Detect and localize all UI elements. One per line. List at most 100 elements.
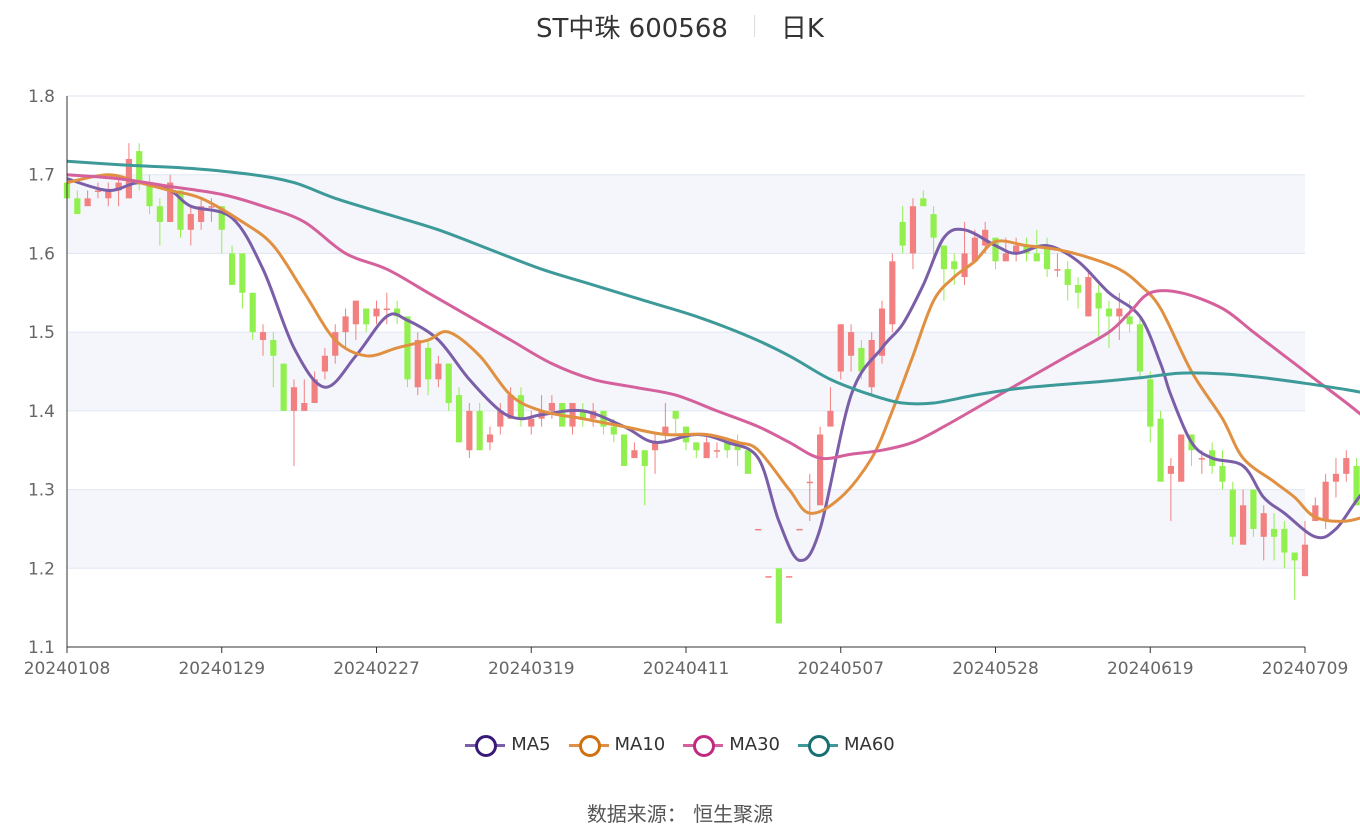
candle-body	[817, 434, 824, 506]
candle-body	[259, 332, 267, 341]
candle	[1219, 450, 1226, 490]
candle-body	[827, 410, 834, 427]
candle-body	[445, 363, 452, 403]
candle-body	[786, 576, 793, 578]
legend-swatch-ma5	[465, 734, 506, 757]
candle-body	[74, 198, 81, 215]
candle-body	[373, 308, 380, 317]
candle-body	[187, 214, 194, 230]
candle-body	[847, 332, 855, 356]
candle-body	[1219, 465, 1226, 482]
candle	[837, 324, 844, 380]
candle	[394, 300, 401, 325]
legend-item-ma60[interactable]: MA60	[798, 734, 895, 757]
candle-body	[424, 347, 432, 380]
candle	[1291, 552, 1298, 600]
candle-body	[765, 576, 772, 578]
legend-item-ma5[interactable]: MA5	[465, 734, 551, 757]
candle-body	[940, 245, 948, 270]
candle-body	[951, 261, 958, 270]
candle-body	[94, 190, 102, 192]
x-tick-label: 20240227	[333, 659, 420, 679]
candle-body	[703, 442, 710, 459]
candle	[404, 316, 411, 388]
candle	[651, 434, 659, 474]
candle	[125, 143, 132, 199]
candle	[1074, 277, 1082, 309]
candle	[713, 442, 721, 459]
candle	[682, 426, 690, 451]
y-tick-label: 1.2	[28, 559, 55, 579]
x-tick-label: 20240709	[1262, 659, 1349, 679]
x-axis-ticks: 20240108 20240129 20240227 20240319 20240411…	[24, 647, 1349, 679]
candle	[796, 528, 803, 531]
legend-swatch-ma60	[798, 734, 839, 757]
candle-body	[455, 395, 463, 443]
candle-body	[1270, 528, 1278, 537]
candle-body	[249, 292, 256, 333]
candle	[486, 426, 494, 451]
x-tick-label: 20240108	[24, 659, 111, 679]
candle-body	[1301, 544, 1309, 577]
candle-body	[889, 261, 896, 325]
candle-body	[672, 410, 679, 419]
candle-body	[404, 316, 411, 380]
candle	[1064, 261, 1071, 301]
candle-body	[476, 410, 483, 451]
candle-body	[713, 450, 721, 452]
candle-body	[1229, 489, 1236, 537]
candle-body	[290, 387, 298, 411]
candle	[528, 410, 535, 435]
kline-chart: 1.1 1.2 1.3 1.4 1.5 1.6 1.7 1.8 20240108 2024012…	[24, 87, 1360, 679]
candle-body	[1178, 434, 1185, 482]
x-tick-label: 20240619	[1107, 659, 1194, 679]
candle	[734, 434, 741, 466]
candle	[724, 442, 731, 459]
candle-body	[1332, 473, 1340, 482]
candle-body	[1054, 269, 1061, 271]
candle-body	[1240, 505, 1247, 545]
candle-body	[1147, 379, 1154, 427]
candle-body	[569, 402, 576, 427]
candle-body	[466, 410, 473, 451]
candle-body	[363, 308, 370, 325]
y-tick-label: 1.1	[28, 638, 55, 658]
candle-body	[775, 568, 782, 624]
candle-body	[1002, 253, 1009, 262]
candle-body	[1136, 324, 1144, 372]
candle-body	[486, 434, 494, 443]
candle	[280, 363, 287, 411]
candle-body	[239, 253, 246, 293]
candle	[621, 434, 628, 466]
candle-body	[548, 402, 555, 411]
y-tick-label: 1.3	[28, 481, 55, 501]
candle	[290, 379, 298, 466]
candle	[744, 450, 751, 474]
candle-body	[1126, 316, 1133, 325]
x-tick-label: 20240411	[643, 659, 730, 679]
candle	[878, 300, 886, 364]
candle-body	[899, 221, 906, 246]
candle	[1147, 371, 1154, 443]
candle-body	[641, 450, 648, 466]
candle-body	[961, 253, 968, 278]
candle	[672, 410, 679, 435]
x-tick-label: 20240507	[797, 659, 884, 679]
candle	[703, 434, 710, 459]
candle-body	[228, 253, 236, 285]
candle	[786, 576, 793, 578]
candle-body	[1074, 284, 1082, 293]
candle-body	[1105, 308, 1113, 317]
x-tick-label: 20240129	[178, 659, 265, 679]
legend-item-ma10[interactable]: MA10	[568, 734, 665, 757]
y-tick-label: 1.5	[28, 323, 55, 343]
legend-item-ma30[interactable]: MA30	[683, 734, 780, 757]
candle-body	[909, 206, 917, 254]
candle-body	[631, 450, 638, 459]
candle-body	[156, 206, 163, 222]
candle-body	[528, 418, 535, 427]
candle	[1085, 269, 1092, 317]
y-tick-label: 1.8	[28, 87, 55, 107]
candle	[466, 402, 473, 459]
candle-body	[621, 434, 628, 466]
